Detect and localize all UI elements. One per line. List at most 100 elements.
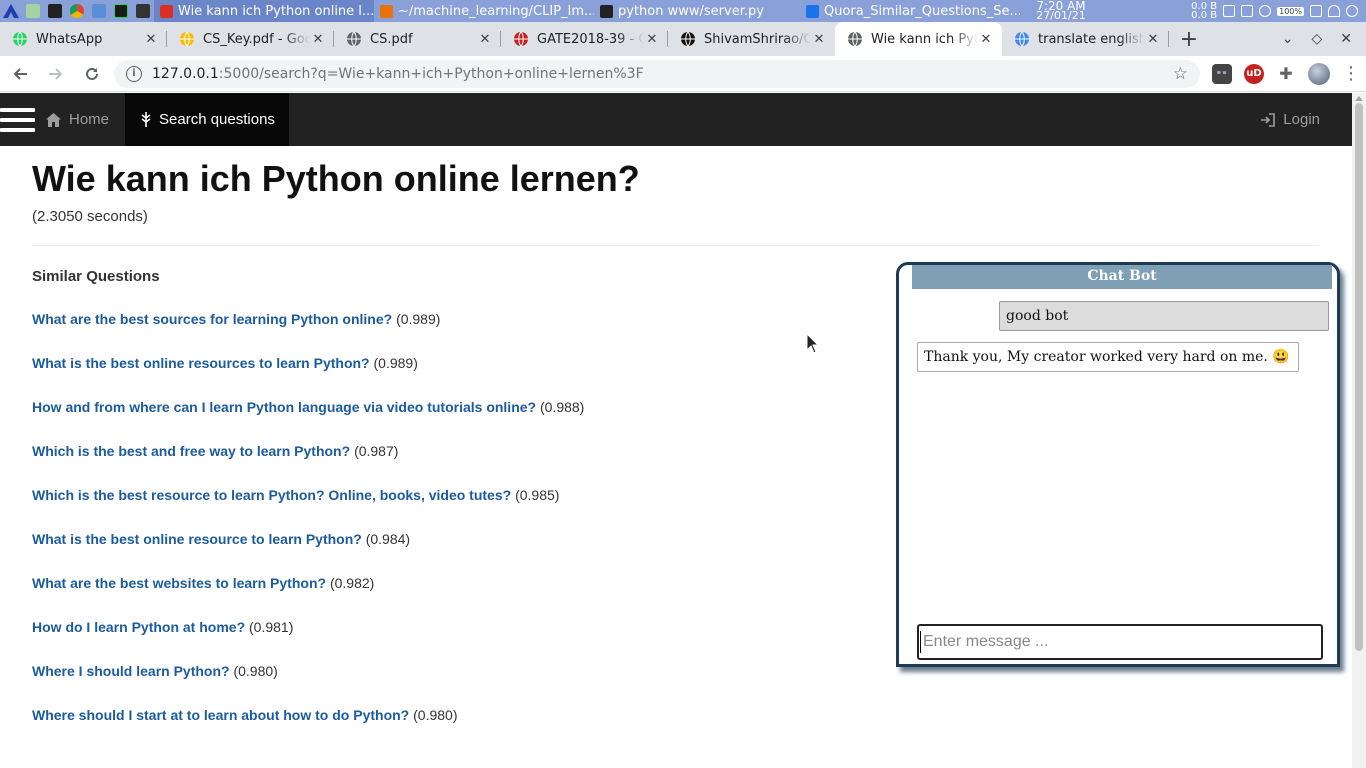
taskbar-window-title: ~/machine_learning/CLIP_Im... [398, 3, 594, 19]
google-icon [1014, 31, 1030, 47]
app-menu-icon[interactable] [0, 0, 22, 22]
taskbar-window-0[interactable]: Wie kann ich Python online l... [154, 0, 374, 22]
result-question-link[interactable]: What is the best online resources to lea… [32, 355, 370, 371]
nav-search-link[interactable]: Search questions [125, 93, 289, 146]
result-score: (0.989) [396, 311, 441, 327]
tab-search-icon[interactable]: ⌄ [1282, 31, 1294, 47]
address-bar[interactable]: i 127.0.0.1:5000/search?q=Wie+kann+ich+P… [114, 59, 1200, 88]
bookmark-star-icon[interactable]: ☆ [1173, 64, 1188, 84]
result-score: (0.984) [365, 531, 411, 547]
drive-icon [179, 31, 195, 47]
nav-search-label: Search questions [159, 111, 275, 128]
clipboard-icon[interactable] [1223, 5, 1236, 17]
search-timing: (2.3050 seconds) [32, 208, 148, 225]
url-path: :5000/search?q=Wie+kann+ich+Python+onlin… [218, 65, 644, 82]
result-question-link[interactable]: Which is the best and free way to learn … [32, 443, 350, 459]
net-down-value: 0.0 B [1191, 10, 1218, 21]
browser-tab-4[interactable]: ShivamShrirao/CLIP✕ [668, 22, 835, 56]
extensions-puzzle-icon[interactable]: ✚ [1276, 64, 1296, 84]
scrollbar-thumb[interactable] [1355, 103, 1363, 651]
globe-icon [847, 31, 863, 47]
device-icon[interactable] [1310, 5, 1322, 17]
result-score: (0.980) [233, 663, 278, 679]
tab-close-icon[interactable]: ✕ [143, 31, 159, 47]
result-question-link[interactable]: How and from where can I learn Python la… [32, 399, 536, 415]
pycharm-launcher-icon[interactable] [110, 0, 132, 22]
tab-title: ShivamShrirao/CLIP [704, 31, 811, 47]
battery-indicator[interactable]: 100% [1277, 6, 1304, 16]
file-manager-launcher-icon[interactable] [88, 0, 110, 22]
browser-tab-0[interactable]: WhatsApp ✕ [0, 22, 167, 56]
result-score: (0.985) [515, 487, 560, 503]
result-question-link[interactable]: What is the best online resource to lear… [32, 531, 362, 547]
nav-home-link[interactable]: Home [36, 93, 125, 146]
result-question-link[interactable]: Where should I start at to learn about h… [32, 707, 409, 723]
clock[interactable]: 7:20 AM 27/01/21 [1026, 0, 1096, 21]
scroll-up-arrow[interactable] [1355, 96, 1363, 101]
browser-tab-1[interactable]: CS_Key.pdf - Google Drive✕ [167, 22, 334, 56]
tab-close-icon[interactable]: ✕ [310, 31, 326, 47]
window-app-icon [806, 4, 819, 18]
back-button[interactable] [4, 58, 36, 90]
forward-button[interactable] [40, 58, 72, 90]
display-icon[interactable] [1241, 5, 1254, 17]
tab-title: CS_Key.pdf - Google Drive [203, 31, 310, 47]
tab-close-icon[interactable]: ✕ [978, 31, 994, 47]
settings-launcher-icon[interactable] [132, 0, 154, 22]
result-score: (0.980) [413, 707, 458, 723]
chatbot-panel: Chat Bot good bot Thank you, My creator … [896, 262, 1340, 667]
tab-close-icon[interactable]: ✕ [644, 31, 660, 47]
taskbar-window-2[interactable]: python www/server.py [594, 0, 800, 22]
browser-tab-3[interactable]: GATE2018-39 - GATE Overflow✕ [501, 22, 668, 56]
site-info-icon[interactable]: i [126, 65, 142, 82]
browser-tab-2[interactable]: CS.pdf ✕ [334, 22, 501, 56]
tab-close-icon[interactable]: ✕ [1145, 31, 1161, 47]
window-restore-icon[interactable]: ◇ [1311, 31, 1322, 47]
hamburger-menu-icon[interactable] [0, 93, 36, 146]
site-navbar: Home Search questions Login [0, 93, 1352, 146]
tab-title: CS.pdf [370, 31, 413, 47]
new-tab-button[interactable]: + [1175, 25, 1203, 53]
tab-title: WhatsApp [36, 31, 103, 47]
window-app-icon [600, 4, 613, 18]
chat-message-input[interactable] [917, 624, 1323, 660]
browser-tab-5[interactable]: Wie kann ich Python online lernen?✕ [835, 22, 1002, 56]
result-score: (0.987) [354, 443, 399, 459]
reload-button[interactable] [76, 58, 108, 90]
power-icon[interactable] [1346, 5, 1358, 17]
files-launcher-icon[interactable] [22, 0, 44, 22]
browser-tab-6[interactable]: translate english to german✕ [1002, 22, 1169, 56]
ublock-icon[interactable]: uD [1244, 63, 1264, 84]
volume-icon[interactable] [1259, 5, 1272, 17]
result-question-link[interactable]: Where I should learn Python? [32, 663, 230, 679]
login-icon [1261, 112, 1276, 127]
network-speed: 0.0 B 0.0 B [1191, 2, 1218, 21]
extension-glasses-icon[interactable]: 👓 [1212, 63, 1232, 84]
github-icon [680, 31, 696, 47]
result-score: (0.981) [249, 619, 294, 635]
page-title: Wie kann ich Python online lernen? [32, 158, 640, 199]
taskbar-window-3[interactable]: Quora_Similar_Questions_Se... [800, 0, 1020, 22]
result-question-link[interactable]: How do I learn Python at home? [32, 619, 245, 635]
result-question-link[interactable]: Which is the best resource to learn Pyth… [32, 487, 511, 503]
wifi-icon[interactable] [1328, 5, 1340, 17]
gate-icon [513, 31, 529, 47]
tab-close-icon[interactable]: ✕ [477, 31, 493, 47]
nav-login-link[interactable]: Login [1250, 93, 1352, 146]
result-item: Where I should learn Python? (0.980) [32, 663, 1320, 707]
chrome-launcher-icon[interactable] [66, 0, 88, 22]
window-close-icon[interactable]: ✕ [1340, 31, 1352, 47]
chat-message-user: good bot [999, 301, 1329, 331]
profile-avatar[interactable] [1308, 62, 1330, 85]
divider [32, 245, 1319, 246]
result-score: (0.989) [373, 355, 418, 371]
terminal-launcher-icon[interactable] [44, 0, 66, 22]
result-question-link[interactable]: What are the best websites to learn Pyth… [32, 575, 326, 591]
result-question-link[interactable]: What are the best sources for learning P… [32, 311, 392, 327]
page-scrollbar[interactable] [1352, 93, 1366, 768]
tab-title: translate english to german [1038, 31, 1145, 47]
browser-menu-icon[interactable]: ⋮ [1342, 63, 1360, 84]
tab-close-icon[interactable]: ✕ [811, 31, 827, 47]
url-host: 127.0.0.1 [152, 65, 219, 82]
taskbar-window-1[interactable]: ~/machine_learning/CLIP_Im... [374, 0, 594, 22]
